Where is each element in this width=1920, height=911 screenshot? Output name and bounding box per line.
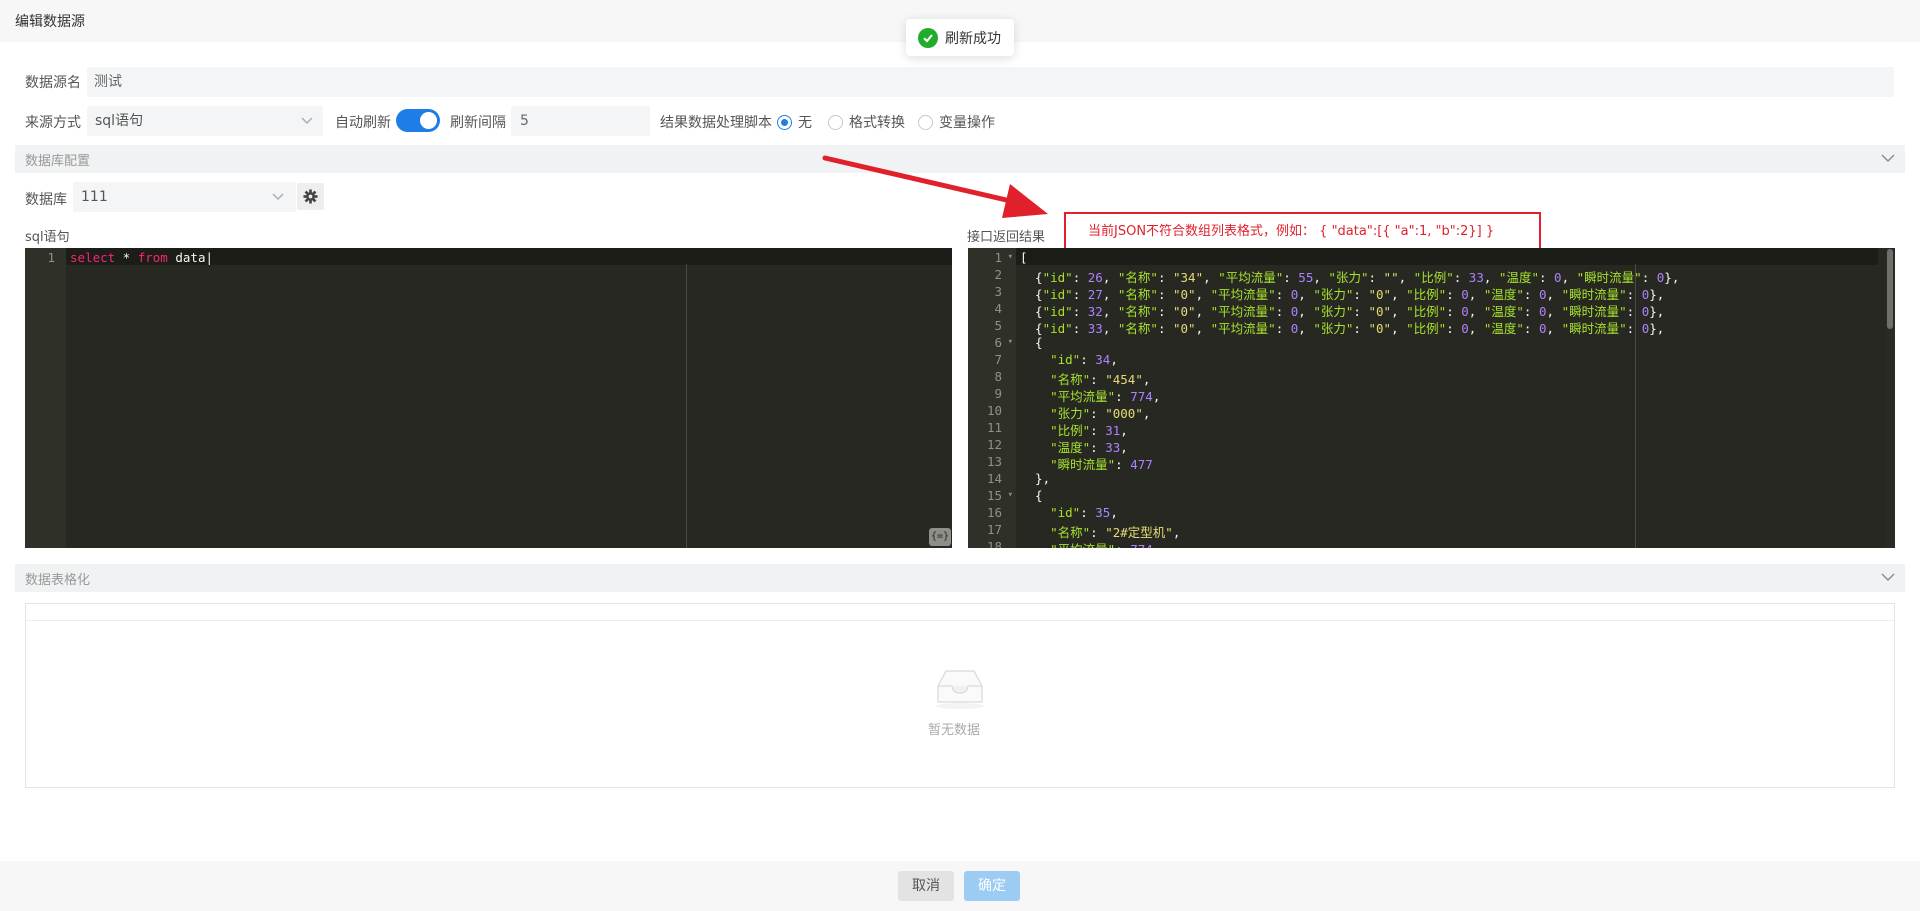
line-number: 8 [994, 369, 1002, 384]
check-circle-icon [918, 27, 938, 48]
line-number: 16 [986, 505, 1002, 520]
dialog-footer [0, 861, 1920, 911]
line-number: 18 [986, 539, 1002, 548]
empty-state-text: 暂无数据 [928, 723, 981, 738]
db-select[interactable]: 111 [73, 182, 296, 212]
name-label: 数据源名 [25, 75, 81, 91]
script-option-variable[interactable]: 变量操作 [918, 112, 995, 132]
active-line [1016, 248, 1878, 265]
section-title: 数据表格化 [25, 573, 91, 588]
result-code-line: { [1020, 488, 1043, 503]
line-number: 1 [47, 250, 55, 265]
line-number: 4 [994, 301, 1002, 316]
confirm-button[interactable]: 确定 [964, 871, 1020, 901]
db-settings-button[interactable] [297, 183, 324, 210]
line-number: 2 [994, 267, 1002, 282]
script-option-format[interactable]: 格式转换 [828, 112, 905, 132]
line-number: 14 [986, 471, 1002, 486]
line-number: 13 [986, 454, 1002, 469]
table-section-header[interactable]: 数据表格化 [15, 564, 1905, 592]
fold-icon[interactable]: ▾ [1008, 490, 1013, 500]
script-option-label: 变量操作 [939, 115, 995, 131]
sql-label: sql语句 [25, 230, 70, 245]
result-code-line: [ [1020, 250, 1028, 265]
result-code-line: {"id": 33, "名称": "0", "平均流量": 0, "张力": "… [1020, 321, 1665, 336]
success-toast: 刷新成功 [906, 19, 1014, 56]
table-header-divider [26, 620, 1894, 621]
chevron-down-icon [272, 193, 284, 200]
chevron-down-icon [1881, 573, 1895, 581]
json-error-message: 当前JSON不符合数组列表格式，例如： { "data":[{ "a":1, "… [1064, 212, 1541, 251]
toast-message: 刷新成功 [945, 30, 1001, 47]
section-title: 数据库配置 [25, 154, 91, 169]
sql-code-line: select * from data| [70, 250, 214, 265]
toggle-knob [420, 112, 437, 129]
line-number: 3 [994, 284, 1002, 299]
script-option-label: 格式转换 [849, 115, 905, 131]
print-margin [1635, 264, 1636, 548]
result-code-line: "id": 35, [1050, 505, 1118, 520]
fold-icon[interactable]: ▾ [1008, 252, 1013, 262]
empty-inbox-icon [936, 670, 984, 709]
chevron-down-icon [301, 117, 313, 124]
radio-icon [918, 114, 933, 130]
auto-refresh-toggle[interactable] [396, 109, 440, 132]
result-editor[interactable]: 1 ▾ 2 3 4 5 6 ▾ 7 8 9 10 11 12 13 14 15 ▾ 16 17 18 [ {"id": … [968, 248, 1895, 548]
interval-input[interactable]: 5 [511, 106, 650, 136]
gear-icon [303, 189, 318, 204]
line-number: 9 [994, 386, 1002, 401]
line-number: 7 [994, 352, 1002, 367]
result-code-line: }, [1020, 471, 1051, 486]
line-number: 17 [986, 522, 1002, 537]
chevron-down-icon [1881, 154, 1895, 162]
dialog-title: 编辑数据源 [15, 14, 85, 30]
cancel-button[interactable]: 取消 [898, 871, 954, 901]
source-label: 来源方式 [25, 115, 81, 131]
annotation-arrow-icon [822, 155, 1048, 218]
print-margin [686, 264, 687, 548]
source-select-value: sql语句 [95, 113, 144, 129]
line-number: 10 [986, 403, 1002, 418]
fold-icon[interactable]: ▾ [1008, 337, 1013, 347]
line-number: 5 [994, 318, 1002, 333]
script-label: 结果数据处理脚本 [660, 115, 772, 131]
script-option-label: 无 [798, 115, 812, 131]
result-code-line: { [1020, 335, 1043, 350]
name-input[interactable]: 测试 [87, 67, 1894, 97]
script-option-none[interactable]: 无 [777, 112, 812, 132]
result-gutter: 1 ▾ 2 3 4 5 6 ▾ 7 8 9 10 11 12 13 14 15 ▾ 16 17 18 [968, 248, 1016, 548]
scrollbar-thumb[interactable] [1887, 249, 1893, 329]
line-number: 11 [986, 420, 1002, 435]
radio-icon [828, 114, 843, 130]
sql-gutter: 1 [25, 248, 66, 548]
line-number: 6 [994, 335, 1002, 350]
interval-label: 刷新间隔 [450, 115, 506, 131]
result-code-line: "id": 34, [1050, 352, 1118, 367]
auto-refresh-label: 自动刷新 [335, 115, 391, 131]
line-number: 12 [986, 437, 1002, 452]
radio-selected-icon [777, 114, 792, 130]
scrollbar-track[interactable] [1886, 248, 1895, 548]
beautify-icon[interactable]: {=} [929, 528, 951, 546]
sql-editor[interactable]: 1 select * from data| {=} [25, 248, 952, 548]
line-number: 15 [986, 488, 1002, 503]
source-select[interactable]: sql语句 [87, 106, 323, 136]
line-number: 1 [994, 250, 1002, 265]
db-label: 数据库 [25, 192, 67, 208]
result-code-line: "平均流量": 774, [1020, 539, 1160, 548]
db-select-value: 111 [81, 189, 108, 205]
